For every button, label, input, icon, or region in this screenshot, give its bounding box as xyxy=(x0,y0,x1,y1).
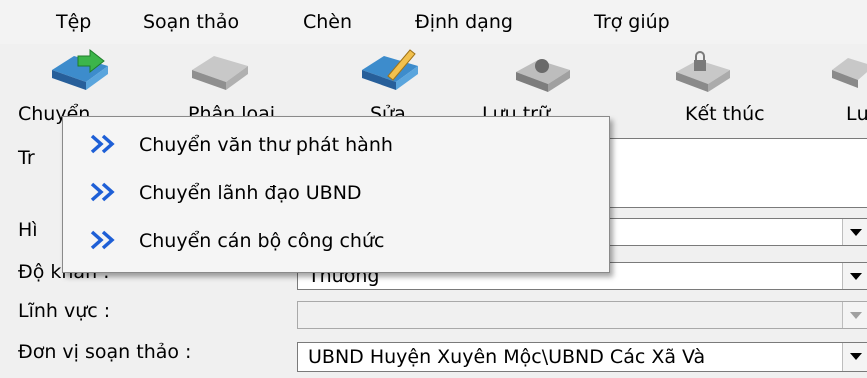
double-chevron-right-icon xyxy=(90,134,115,154)
double-chevron-right-icon xyxy=(90,182,115,202)
save-icon xyxy=(832,58,867,88)
drafting-unit-value: UBND Huyện Xuyên Mộc\UBND Các Xã Và xyxy=(308,346,706,368)
finish-button[interactable]: Kết thúc xyxy=(648,44,768,128)
menu-file[interactable]: Tệp xyxy=(56,10,91,34)
menu-item-label: Chuyển văn thư phát hành xyxy=(139,134,393,156)
chevron-down-icon[interactable] xyxy=(842,219,867,245)
toolbar-label: Lưu xyxy=(846,103,867,125)
summary-label: Tr xyxy=(18,147,35,169)
menu-item-forward-leader[interactable]: Chuyển lãnh đạo UBND xyxy=(63,174,609,214)
forward-popup-menu: Chuyển văn thư phát hành Chuyển lãnh đạo… xyxy=(62,116,610,273)
double-chevron-right-icon xyxy=(90,230,115,250)
drafting-unit-select[interactable]: UBND Huyện Xuyên Mộc\UBND Các Xã Và xyxy=(297,342,867,372)
menu-item-label: Chuyển lãnh đạo UBND xyxy=(139,182,362,204)
drafting-unit-label: Đơn vị soạn thảo : xyxy=(18,341,192,363)
menu-edit[interactable]: Soạn thảo xyxy=(143,10,239,34)
folder-forward-icon xyxy=(52,48,108,90)
chevron-down-icon xyxy=(842,302,867,328)
chevron-down-icon[interactable] xyxy=(842,263,867,289)
folder-icon xyxy=(192,56,248,90)
field-label: Lĩnh vực : xyxy=(18,300,111,322)
save-button[interactable]: Lưu xyxy=(828,44,867,128)
field-select xyxy=(297,301,867,329)
chevron-down-icon[interactable] xyxy=(842,343,867,371)
edit-document-icon xyxy=(362,49,418,90)
menu-bar: Tệp Soạn thảo Chèn Định dạng Trợ giúp xyxy=(0,0,867,44)
menu-format[interactable]: Định dạng xyxy=(415,10,513,34)
toolbar-label: Kết thúc xyxy=(685,103,765,125)
menu-help[interactable]: Trợ giúp xyxy=(594,10,670,34)
menu-item-forward-staff[interactable]: Chuyển cán bộ công chức xyxy=(63,222,609,262)
archive-icon xyxy=(516,59,570,92)
form-type-label: Hì xyxy=(18,219,38,241)
lock-folder-icon xyxy=(676,51,730,92)
menu-insert[interactable]: Chèn xyxy=(303,10,352,34)
menu-item-label: Chuyển cán bộ công chức xyxy=(139,230,385,252)
menu-item-forward-clerk[interactable]: Chuyển văn thư phát hành xyxy=(63,126,609,166)
